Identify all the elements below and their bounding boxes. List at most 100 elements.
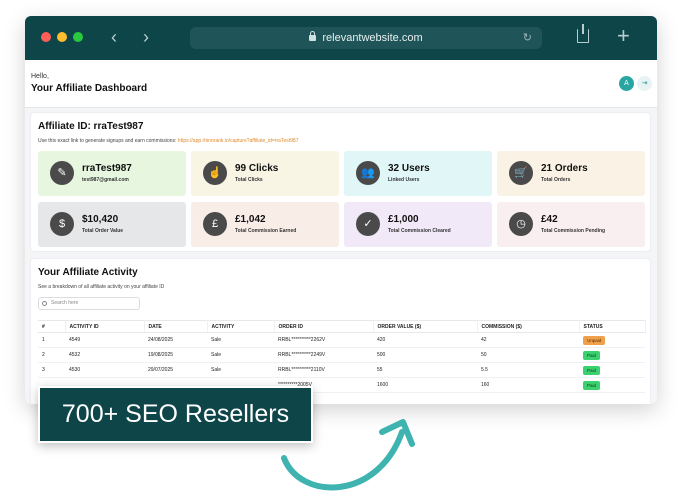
cell-activity: Sale bbox=[207, 347, 274, 363]
table-row[interactable]: 2 4532 19/08/2025 Sale RRBL**********224… bbox=[38, 347, 645, 363]
pen-icon: ✎ bbox=[50, 161, 74, 185]
stat-label: Total Orders bbox=[541, 177, 571, 183]
cell-order-value: 1600 bbox=[373, 377, 477, 393]
pointer-click-icon: ☝ bbox=[203, 161, 227, 185]
stat-card-commission-cleared: ✓ £1,000 Total Commission Cleared bbox=[344, 202, 492, 247]
cell-order-value: 55 bbox=[373, 362, 477, 378]
stat-label: Total Commission Earned bbox=[235, 228, 297, 234]
users-icon: 👥 bbox=[356, 161, 380, 185]
stat-card-commission-pending: ◷ £42 Total Commission Pending bbox=[497, 202, 645, 247]
stat-value: 99 Clicks bbox=[235, 163, 279, 174]
cell-activity-id: 4549 bbox=[65, 332, 144, 348]
affiliate-id-title: Affiliate ID: rraTest987 bbox=[38, 121, 144, 132]
stat-value: $10,420 bbox=[82, 214, 119, 225]
money-bag-icon: £ bbox=[203, 212, 227, 236]
stat-card-orders: 🛒 21 Orders Total Orders bbox=[497, 151, 645, 196]
stat-value: £42 bbox=[541, 214, 558, 225]
cell-status: Paid bbox=[579, 347, 645, 363]
stat-value: 32 Users bbox=[388, 163, 430, 174]
cell-commission: 50 bbox=[477, 347, 579, 363]
cell-date: 24/08/2025 bbox=[144, 332, 207, 348]
cell-order-id: RRBL**********2249V bbox=[274, 347, 373, 363]
status-badge: Paid bbox=[583, 365, 601, 375]
cell-status: Paid bbox=[579, 377, 645, 393]
status-badge: Unpaid bbox=[583, 335, 606, 345]
clock-document-icon: ◷ bbox=[509, 212, 533, 236]
cell-order-value: 420 bbox=[373, 332, 477, 348]
activity-table: # ACTIVITY ID DATE ACTIVITY ORDER ID ORD… bbox=[38, 320, 646, 393]
cell-index: 3 bbox=[38, 362, 65, 378]
stat-value: 21 Orders bbox=[541, 163, 588, 174]
affiliate-activity-card: Your Affiliate Activity See a breakdown … bbox=[30, 258, 651, 404]
address-bar[interactable]: relevantwebsite.com ↻ bbox=[190, 27, 542, 49]
close-window-button[interactable] bbox=[41, 32, 51, 42]
clipboard-check-icon: ✓ bbox=[356, 212, 380, 236]
minimize-window-button[interactable] bbox=[57, 32, 67, 42]
promo-banner-text: 700+ SEO Resellers bbox=[61, 400, 290, 428]
stat-value: £1,000 bbox=[388, 214, 419, 225]
dollar-icon: $ bbox=[50, 212, 74, 236]
stat-value: rraTest987 bbox=[82, 163, 132, 174]
browser-window: ‹ › relevantwebsite.com ↻ + Hello, Your … bbox=[25, 16, 657, 404]
column-header[interactable]: # bbox=[38, 320, 66, 333]
cell-activity-id: 4530 bbox=[65, 362, 144, 378]
affiliate-id-card: Affiliate ID: rraTest987 Use this exact … bbox=[30, 112, 651, 252]
status-badge: Paid bbox=[583, 350, 601, 360]
stat-card-affiliate: ✎ rraTest987 test987@gmail.com bbox=[38, 151, 186, 196]
column-header[interactable]: STATUS bbox=[579, 320, 646, 333]
stage: ‹ › relevantwebsite.com ↻ + Hello, Your … bbox=[0, 0, 677, 504]
stat-card-clicks: ☝ 99 Clicks Total Clicks bbox=[191, 151, 339, 196]
cell-order-id: RRBL**********2262V bbox=[274, 332, 373, 348]
cart-icon: 🛒 bbox=[509, 161, 533, 185]
maximize-window-button[interactable] bbox=[73, 32, 83, 42]
column-header[interactable]: ORDER VALUE ($) bbox=[373, 320, 478, 333]
column-header[interactable]: DATE bbox=[144, 320, 208, 333]
stat-label: Total Order Value bbox=[82, 228, 124, 234]
table-row[interactable]: 1 4549 24/08/2025 Sale RRBL**********226… bbox=[38, 332, 645, 348]
column-header[interactable]: ORDER ID bbox=[274, 320, 374, 333]
column-header[interactable]: ACTIVITY bbox=[207, 320, 275, 333]
cell-commission: 5.5 bbox=[477, 362, 579, 378]
url-text: relevantwebsite.com bbox=[322, 32, 423, 44]
curved-arrow-icon bbox=[281, 419, 415, 491]
cell-commission: 160 bbox=[477, 377, 579, 393]
page-title: Your Affiliate Dashboard bbox=[31, 83, 148, 94]
stat-label: Total Commission Pending bbox=[541, 228, 606, 234]
new-tab-icon[interactable]: + bbox=[617, 24, 630, 48]
cell-index: 1 bbox=[38, 332, 65, 348]
greeting: Hello, bbox=[31, 73, 49, 80]
share-icon[interactable] bbox=[577, 24, 589, 43]
lock-icon bbox=[309, 31, 317, 41]
cell-order-value: 500 bbox=[373, 347, 477, 363]
affiliate-link-text: Use this exact link to generate signups … bbox=[38, 138, 177, 144]
cell-status: Unpaid bbox=[579, 332, 645, 348]
affiliate-link[interactable]: https://app.rhinorank.io/capture?affilia… bbox=[178, 138, 299, 144]
stat-card-users: 👥 32 Users Linked Users bbox=[344, 151, 492, 196]
affiliate-link-line: Use this exact link to generate signups … bbox=[38, 138, 298, 144]
search-icon bbox=[42, 301, 47, 306]
stat-label: Linked Users bbox=[388, 177, 420, 183]
chevron-left-icon[interactable]: ‹ bbox=[105, 27, 123, 47]
logout-icon[interactable]: ⇥ bbox=[637, 76, 652, 91]
cell-order-id: RRBL**********2110V bbox=[274, 362, 373, 378]
column-header[interactable]: COMMISSION ($) bbox=[477, 320, 580, 333]
search-input[interactable]: Search here bbox=[38, 297, 140, 310]
cell-activity-id: 4532 bbox=[65, 347, 144, 363]
activity-subtitle: See a breakdown of all affiliate activit… bbox=[38, 284, 165, 290]
reload-icon[interactable]: ↻ bbox=[523, 27, 532, 49]
column-header[interactable]: ACTIVITY ID bbox=[65, 320, 145, 333]
cell-activity: Sale bbox=[207, 332, 274, 348]
avatar[interactable]: A bbox=[619, 76, 634, 91]
activity-title: Your Affiliate Activity bbox=[38, 267, 138, 278]
stat-label: Total Commission Cleared bbox=[388, 228, 451, 234]
table-row[interactable]: 3 4530 29/07/2025 Sale RRBL**********211… bbox=[38, 362, 645, 378]
stat-label: test987@gmail.com bbox=[82, 177, 129, 183]
chevron-right-icon[interactable]: › bbox=[137, 27, 155, 47]
cell-date: 29/07/2025 bbox=[144, 362, 207, 378]
status-badge: Paid bbox=[583, 380, 601, 390]
stat-label: Total Clicks bbox=[235, 177, 263, 183]
stat-value: £1,042 bbox=[235, 214, 266, 225]
page-header: Hello, Your Affiliate Dashboard A ⇥ bbox=[25, 60, 657, 108]
cell-index: 2 bbox=[38, 347, 65, 363]
stat-card-commission-earned: £ £1,042 Total Commission Earned bbox=[191, 202, 339, 247]
